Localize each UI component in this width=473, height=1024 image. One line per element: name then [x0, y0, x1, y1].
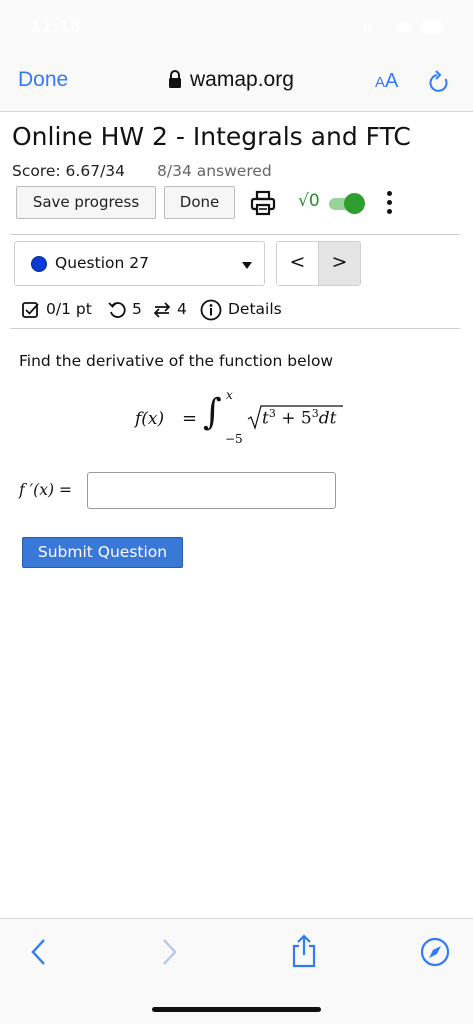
reload-icon[interactable] — [428, 70, 450, 94]
caret-down-icon — [242, 262, 252, 269]
more-icon[interactable] — [384, 190, 396, 216]
aa-big: A — [385, 70, 399, 92]
differential: dt — [318, 408, 337, 429]
browser-done-button[interactable]: Done — [18, 68, 68, 92]
radicand-exp2: 3 — [311, 407, 319, 420]
radicand: t3 + 53dt — [262, 407, 336, 429]
sqrt-label: √0 — [298, 191, 320, 211]
browser-bar: Done wamap.org AA — [0, 56, 473, 112]
status-icons — [363, 20, 443, 34]
url-text: wamap.org — [190, 68, 294, 91]
question-pager: < > — [276, 241, 361, 286]
page-title: Online HW 2 - Integrals and FTC — [12, 122, 411, 151]
formula-lhs: f(x) — [135, 409, 165, 429]
save-progress-button[interactable]: Save progress — [16, 186, 156, 219]
submit-question-button[interactable]: Submit Question — [22, 537, 183, 568]
home-indicator — [152, 1007, 321, 1012]
previous-question-button[interactable]: < — [277, 242, 319, 285]
integral-upper-limit: x — [226, 388, 233, 402]
divider — [10, 328, 460, 329]
details-link[interactable]: Details — [228, 300, 282, 318]
math-entry-toggle[interactable]: √0 — [298, 189, 366, 217]
share-icon[interactable] — [290, 933, 318, 969]
retries-count: 5 — [132, 300, 142, 318]
question-select[interactable]: Question 27 — [14, 241, 265, 286]
question-prompt: Find the derivative of the function belo… — [19, 352, 334, 370]
question-status-dot — [31, 256, 47, 272]
status-bar: 11:18 — [0, 0, 473, 56]
aa-small: A — [375, 74, 386, 91]
text-size-button[interactable]: AA — [375, 70, 398, 93]
done-button[interactable]: Done — [164, 186, 235, 219]
integral-lower-limit: −5 — [225, 432, 243, 446]
compass-icon[interactable] — [420, 937, 450, 967]
next-question-button[interactable]: > — [319, 242, 360, 285]
radicand-mid: + 5 — [275, 408, 312, 429]
integral-sign: ∫ — [203, 392, 222, 433]
info-icon[interactable] — [200, 299, 222, 321]
divider — [10, 234, 460, 235]
score-text: Score: 6.67/34 — [12, 162, 126, 180]
address-bar[interactable]: wamap.org — [168, 68, 294, 92]
formula: f(x) = ∫ x −5 t3 + 53dt — [135, 388, 365, 450]
radicand-base: t — [262, 408, 269, 429]
lock-icon — [169, 70, 181, 88]
question-select-label: Question 27 — [55, 254, 149, 272]
attempts-icon — [153, 302, 171, 318]
points-text: 0/1 pt — [46, 300, 92, 318]
answer-input[interactable] — [87, 472, 336, 509]
print-icon[interactable] — [250, 190, 276, 216]
checkbox-icon — [22, 302, 39, 318]
back-icon[interactable] — [28, 937, 50, 967]
status-time: 11:18 — [30, 17, 81, 36]
answered-count: 8/34 answered — [157, 162, 272, 180]
toggle-knob — [344, 193, 365, 214]
answer-label: f ′(x) = — [19, 481, 72, 499]
forward-icon[interactable] — [158, 937, 180, 967]
radicand-exp1: 3 — [268, 407, 276, 420]
attempts-count: 4 — [177, 300, 187, 318]
formula-equals: = — [182, 408, 198, 429]
retry-icon — [108, 302, 126, 318]
